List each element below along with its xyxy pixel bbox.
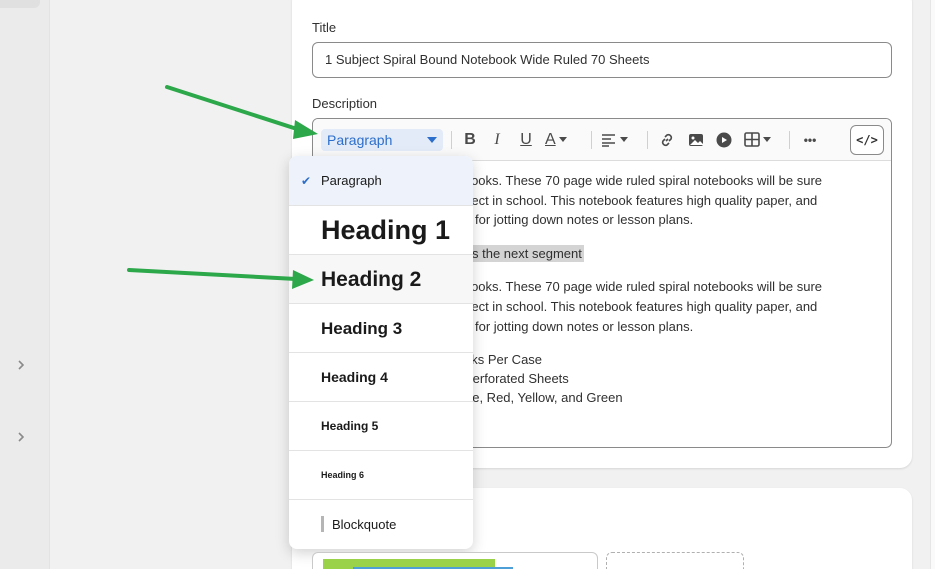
arrow-to-paragraph-select [165, 85, 318, 139]
arrow-to-heading-2 [127, 268, 314, 289]
annotation-arrows [127, 85, 318, 289]
